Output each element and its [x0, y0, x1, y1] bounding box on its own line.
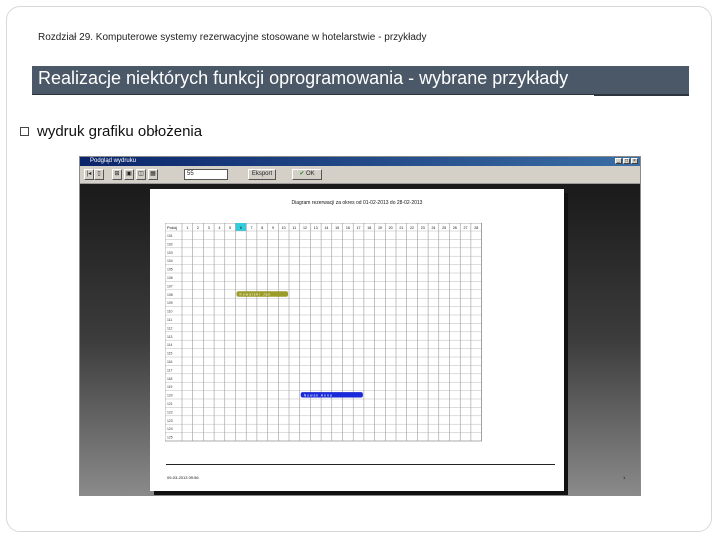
- day-header: 24: [431, 226, 435, 230]
- print-preview-window: Podgląd wydruku _ □ × |◂ ▯ ⊞ ▣ ◫ ▦ 55 Ek…: [79, 156, 641, 496]
- reservation-label: Nowak Anna: [304, 393, 333, 397]
- day-header: 11: [292, 226, 296, 230]
- day-header: 10: [282, 226, 286, 230]
- day-header: 22: [410, 226, 414, 230]
- room-label: 119: [167, 385, 173, 389]
- export-button[interactable]: Eksport: [248, 169, 276, 180]
- occupancy-grid: Pokój 1 2 3 4 5 6 7 8 9 10 11 12 13 14 15 16 17 18 19 20 21 22…: [165, 223, 482, 442]
- room-label: 112: [167, 326, 173, 330]
- day-header: 13: [314, 226, 318, 230]
- day-header: 23: [421, 226, 425, 230]
- page-number: 1: [623, 475, 626, 480]
- grid-header-label: Pokój: [167, 225, 177, 230]
- day-header: 16: [346, 226, 350, 230]
- report-page: Diagram rezerwacji za okres od 01-02-201…: [150, 189, 625, 491]
- preview-area[interactable]: Diagram rezerwacji za okres od 01-02-201…: [80, 184, 640, 495]
- room-label: 102: [167, 242, 173, 246]
- reservation-label: Kowalski Jan: [240, 293, 272, 297]
- room-label: 107: [167, 284, 173, 288]
- room-label: 108: [167, 293, 173, 297]
- room-label: 116: [167, 360, 173, 364]
- day-header: 27: [464, 226, 468, 230]
- checkbox-bullet-icon: [20, 127, 29, 136]
- window-titlebar[interactable]: Podgląd wydruku _ □ ×: [80, 157, 640, 166]
- room-label: 111: [167, 318, 172, 322]
- export-label: Eksport: [251, 171, 273, 177]
- day-header: 5: [229, 226, 231, 230]
- day-header: 26: [453, 226, 457, 230]
- day-header: 21: [399, 226, 403, 230]
- day-header: 20: [389, 226, 393, 230]
- room-label: 117: [167, 368, 173, 372]
- page-icon[interactable]: ▯: [94, 169, 104, 180]
- footer-rule: [166, 464, 555, 465]
- day-header: 17: [357, 226, 361, 230]
- room-label: 120: [167, 394, 173, 398]
- room-label: 110: [167, 310, 173, 314]
- zoom-page-icon[interactable]: ▣: [124, 169, 134, 180]
- day-header: 19: [378, 226, 382, 230]
- title-underline: [594, 94, 689, 96]
- room-label: 105: [167, 268, 173, 272]
- report-title: Diagram rezerwacji za okres od 01-02-201…: [291, 200, 423, 206]
- close-button[interactable]: ×: [631, 158, 638, 164]
- zoom-fit-icon[interactable]: ⊞: [112, 169, 122, 180]
- slide-title: Realizacje niektórych funkcji oprogramow…: [38, 68, 569, 88]
- toolbar: |◂ ▯ ⊞ ▣ ◫ ▦ 55 Eksport ✔ OK: [80, 166, 640, 184]
- day-header: 15: [335, 226, 339, 230]
- day-header: 25: [442, 226, 446, 230]
- two-pages-icon[interactable]: ◫: [136, 169, 146, 180]
- room-label: 113: [167, 335, 173, 339]
- room-label: 121: [167, 402, 173, 406]
- ok-label: OK: [306, 171, 315, 177]
- maximize-button[interactable]: □: [623, 158, 630, 164]
- room-label: 124: [167, 427, 173, 431]
- room-label: 123: [167, 419, 173, 423]
- room-label: 103: [167, 251, 173, 255]
- day-header: 7: [251, 226, 253, 230]
- room-label: 118: [167, 377, 173, 381]
- minimize-button[interactable]: _: [615, 158, 622, 164]
- room-label: 115: [167, 352, 173, 356]
- room-label: 114: [167, 343, 173, 347]
- room-label: 125: [167, 436, 173, 440]
- room-label: 104: [167, 259, 173, 263]
- room-label: 109: [167, 301, 173, 305]
- multi-page-icon[interactable]: ▦: [148, 169, 158, 180]
- day-header: 2: [197, 226, 199, 230]
- day-header: 6: [240, 226, 242, 230]
- day-header: 8: [261, 226, 263, 230]
- zoom-input[interactable]: 55: [184, 169, 228, 180]
- day-header: 12: [303, 226, 307, 230]
- day-header: 28: [474, 226, 478, 230]
- first-page-icon[interactable]: |◂: [84, 169, 94, 180]
- room-label: 122: [167, 410, 173, 414]
- day-header: 1: [186, 226, 188, 230]
- day-header: 14: [324, 226, 328, 230]
- bullet-item: wydruk grafiku obłożenia: [20, 123, 202, 140]
- print-timestamp: 09-03-2013 09:56: [167, 475, 199, 480]
- room-label: 101: [167, 234, 173, 238]
- bullet-text: wydruk grafiku obłożenia: [37, 123, 203, 140]
- day-header: 18: [367, 226, 371, 230]
- check-icon: ✔: [299, 171, 305, 177]
- title-bar: Realizacje niektórych funkcji oprogramow…: [32, 66, 689, 95]
- chapter-heading: Rozdział 29. Komputerowe systemy rezerwa…: [38, 32, 427, 43]
- day-header: 3: [208, 226, 210, 230]
- day-header: 4: [218, 226, 220, 230]
- day-header: 9: [272, 226, 274, 230]
- ok-button[interactable]: ✔ OK: [292, 169, 322, 180]
- room-label: 106: [167, 276, 173, 280]
- window-title: Podgląd wydruku: [90, 158, 137, 164]
